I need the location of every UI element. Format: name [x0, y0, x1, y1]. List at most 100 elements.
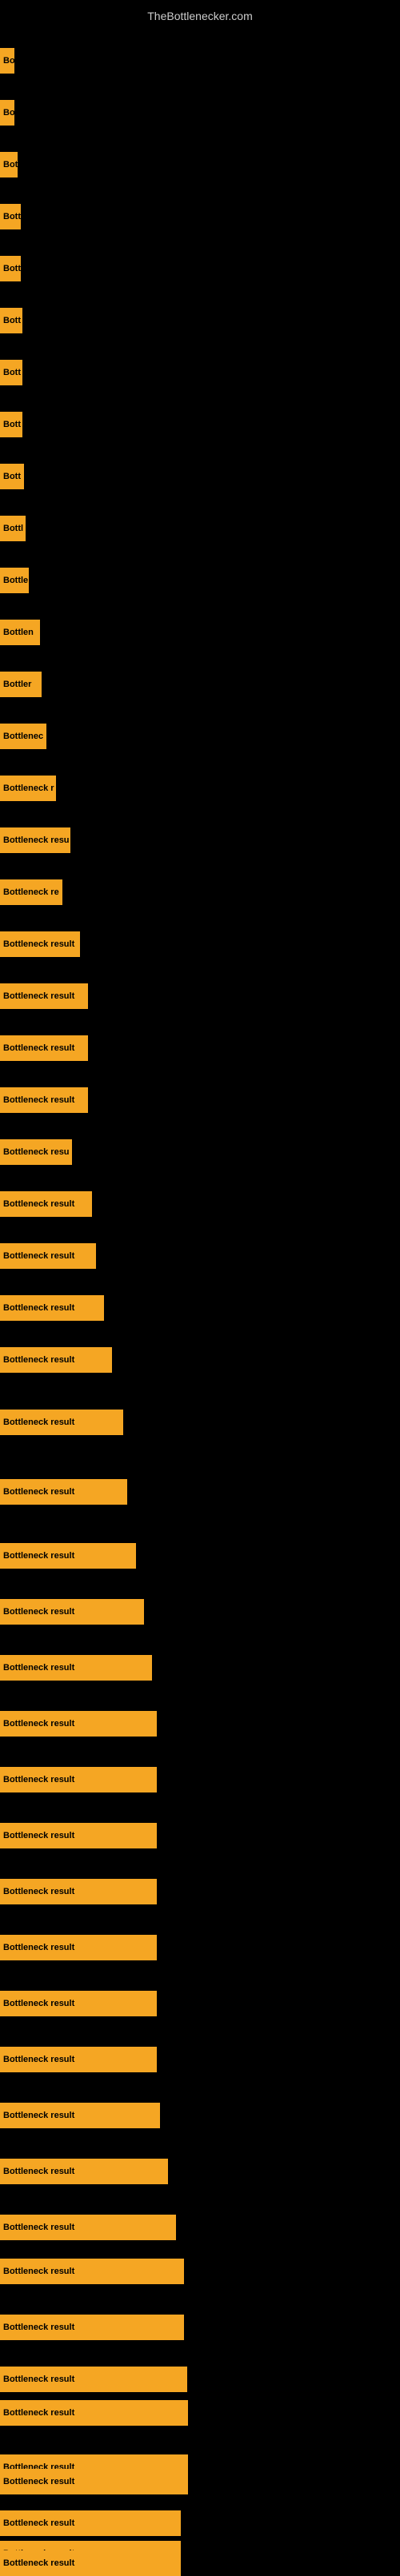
bar-row: Bott: [0, 360, 400, 385]
bar-row: Bottleneck result: [0, 2215, 400, 2240]
bar-row: Bottleneck result: [0, 1087, 400, 1113]
bar-label: Bottleneck result: [3, 1607, 74, 1617]
bar-label: Bottleneck result: [3, 1663, 74, 1673]
bar-row: Bottleneck result: [0, 931, 400, 957]
bar: Bot: [0, 152, 18, 177]
bar: Bottleneck result: [0, 1879, 157, 1904]
bar: Bottleneck result: [0, 2510, 181, 2536]
bar-label: Bottleneck result: [3, 1418, 74, 1427]
bar-row: Bottleneck result: [0, 2550, 400, 2576]
bar-label: Bottleneck result: [3, 1719, 74, 1729]
bar: Bott: [0, 204, 21, 229]
bar: Bottle: [0, 568, 29, 593]
bar: Bottleneck result: [0, 1599, 144, 1625]
bar-label: Bott: [3, 472, 21, 481]
bar: Bottleneck result: [0, 1479, 127, 1505]
bar-label: Bottleneck result: [3, 2518, 74, 2528]
bar-label: Bottleneck result: [3, 1551, 74, 1561]
bar-label: Bottleneck result: [3, 2477, 74, 2486]
bar-row: Bottleneck result: [0, 983, 400, 1009]
bar-label: Bott: [3, 212, 21, 221]
bar-label: Bottleneck result: [3, 2267, 74, 2276]
bar-label: Bottlenec: [3, 732, 43, 741]
bar-row: Bottleneck result: [0, 1243, 400, 1269]
bar: Bottleneck result: [0, 1347, 112, 1373]
bar-label: Bottleneck r: [3, 784, 54, 793]
bar-label: Bo: [3, 108, 14, 118]
bar: Bottleneck r: [0, 776, 56, 801]
bar-row: Bottler: [0, 672, 400, 697]
bar-row: Bott: [0, 412, 400, 437]
bar-row: Bottleneck result: [0, 1991, 400, 2016]
bar-row: Bottleneck result: [0, 1543, 400, 1569]
bar: Bottleneck result: [0, 2215, 176, 2240]
bar: Bottleneck result: [0, 1410, 123, 1435]
bar-row: Bott: [0, 256, 400, 281]
bar-row: Bottleneck result: [0, 1767, 400, 1792]
bar: Bottleneck result: [0, 983, 88, 1009]
bar-row: Bottle: [0, 568, 400, 593]
bar: Bottleneck result: [0, 1191, 92, 1217]
bar: Bottl: [0, 516, 26, 541]
bar: Bottleneck re: [0, 879, 62, 905]
bar: Bottleneck result: [0, 1035, 88, 1061]
bar-row: Bottleneck result: [0, 1599, 400, 1625]
bar-label: Bott: [3, 264, 21, 273]
bar-row: Bottleneck result: [0, 1823, 400, 1848]
bar: Bo: [0, 100, 14, 126]
bar: Bottleneck result: [0, 1295, 104, 1321]
bar-label: Bottleneck result: [3, 939, 74, 949]
bar-label: Bott: [3, 420, 21, 429]
bar-label: Bottleneck result: [3, 1303, 74, 1313]
bar-row: Bottleneck result: [0, 1295, 400, 1321]
bar-label: Bottleneck result: [3, 1251, 74, 1261]
bar-row: Bottleneck resu: [0, 1139, 400, 1165]
bar-label: Bottleneck result: [3, 1095, 74, 1105]
bar-row: Bottleneck result: [0, 2047, 400, 2072]
bar: Bottleneck result: [0, 1087, 88, 1113]
bar: Bottleneck result: [0, 2469, 188, 2494]
site-title: TheBottlenecker.com: [0, 3, 400, 29]
bar-row: Bottleneck result: [0, 2315, 400, 2340]
bar-row: Bottleneck result: [0, 1191, 400, 1217]
bar-label: Bottleneck result: [3, 1999, 74, 2008]
bar-label: Bott: [3, 316, 21, 325]
bar-row: Bottleneck result: [0, 2510, 400, 2536]
bar-row: Bottleneck result: [0, 1711, 400, 1737]
bar: Bottlen: [0, 620, 40, 645]
bar-label: Bottleneck result: [3, 2223, 74, 2232]
bar-label: Bottleneck result: [3, 2167, 74, 2176]
bar-row: Bottleneck r: [0, 776, 400, 801]
bar-row: Bo: [0, 48, 400, 74]
bar-row: Bottleneck result: [0, 1655, 400, 1681]
bar-label: Bottlen: [3, 628, 34, 637]
bar-label: Bottleneck result: [3, 1355, 74, 1365]
bar: Bottleneck resu: [0, 1139, 72, 1165]
bar-label: Bottleneck re: [3, 887, 59, 897]
bar: Bottler: [0, 672, 42, 697]
bar: Bottleneck result: [0, 1823, 157, 1848]
bar: Bo: [0, 48, 14, 74]
bar-row: Bot: [0, 152, 400, 177]
bar-label: Bottleneck result: [3, 2558, 74, 2568]
bar-label: Bottleneck result: [3, 1775, 74, 1784]
bar-label: Bottleneck resu: [3, 1147, 70, 1157]
bar: Bott: [0, 412, 22, 437]
bar: Bottleneck result: [0, 2550, 181, 2576]
bar-label: Bottleneck resu: [3, 835, 70, 845]
bar-row: Bottlen: [0, 620, 400, 645]
bar-label: Bott: [3, 368, 21, 377]
bar-row: Bott: [0, 464, 400, 489]
bar: Bottleneck result: [0, 2047, 157, 2072]
bar-label: Bottleneck result: [3, 1199, 74, 1209]
bar: Bottleneck result: [0, 1243, 96, 1269]
bar-row: Bottleneck result: [0, 1035, 400, 1061]
bar: Bottleneck result: [0, 2400, 188, 2426]
bar: Bottleneck result: [0, 2367, 187, 2392]
bar-row: Bottleneck result: [0, 2469, 400, 2494]
bar-label: Bottleneck result: [3, 1887, 74, 1896]
bar-label: Bottleneck result: [3, 2111, 74, 2120]
bar-label: Bottleneck result: [3, 1943, 74, 1952]
bar-row: Bottleneck result: [0, 1410, 400, 1435]
bar: Bottleneck result: [0, 2259, 184, 2284]
